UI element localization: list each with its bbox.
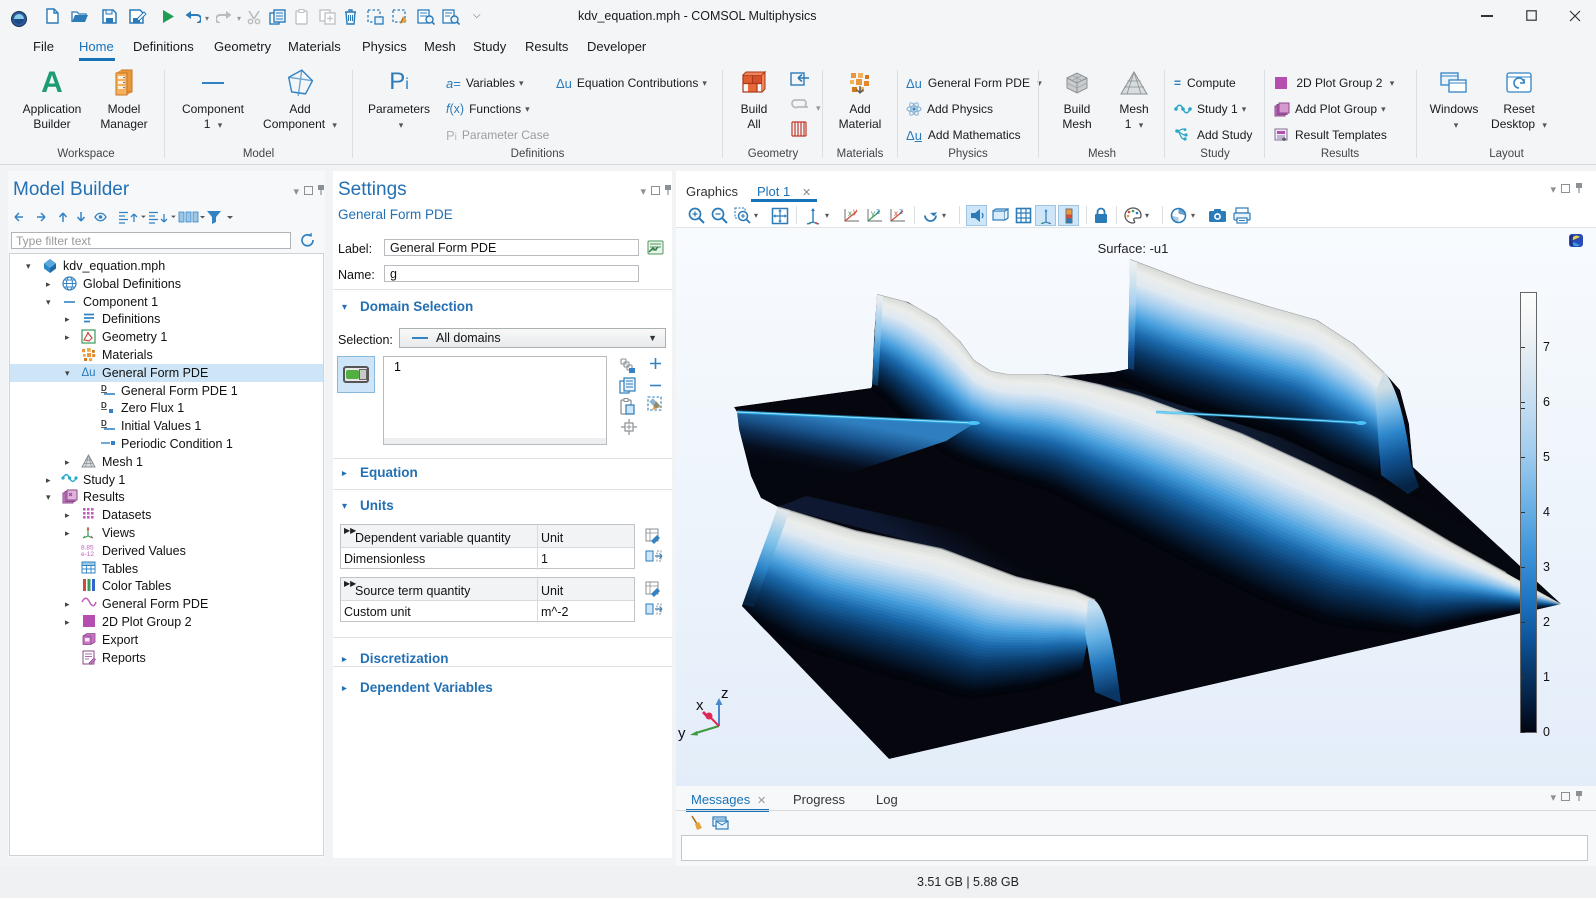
svg-text:x: x xyxy=(696,697,704,714)
svg-text:z: z xyxy=(721,685,729,702)
svg-text:y: y xyxy=(871,209,875,218)
svg-text:z: z xyxy=(876,207,880,216)
svg-text:D: D xyxy=(101,401,107,410)
svg-text:z: z xyxy=(899,207,903,216)
svg-text:y: y xyxy=(678,725,686,742)
svg-text:y: y xyxy=(853,207,857,216)
svg-text:x: x xyxy=(848,209,852,218)
svg-text:D: D xyxy=(101,419,107,428)
svg-text:D: D xyxy=(101,384,107,393)
svg-text:e-12: e-12 xyxy=(81,551,94,557)
svg-text:x: x xyxy=(894,209,898,218)
